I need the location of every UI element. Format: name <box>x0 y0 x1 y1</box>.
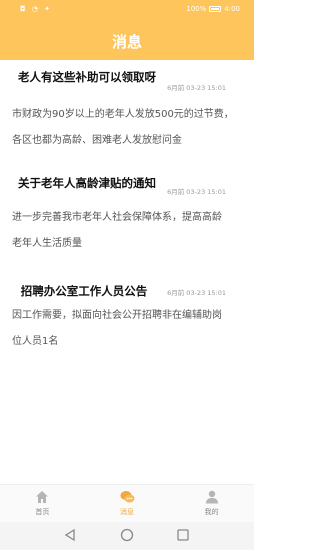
tab-profile[interactable]: 我的 <box>169 485 254 523</box>
status-bar: ◘ ◔ ✦ 100% 4:00 <box>0 0 254 18</box>
page-title: 消息 <box>111 33 142 51</box>
status-right: 100% 4:00 <box>186 5 240 13</box>
battery-icon <box>209 6 222 12</box>
message-title[interactable]: 关于老年人高龄津贴的通知 <box>12 176 162 191</box>
tab-label: 我的 <box>204 508 219 516</box>
home-nav-icon[interactable] <box>120 528 134 542</box>
chat-icon <box>120 491 134 503</box>
tab-label: 首页 <box>35 508 50 516</box>
system-nav-bar <box>0 522 254 550</box>
status-icons: ◘ ◔ ✦ <box>20 5 52 13</box>
tab-home[interactable]: 首页 <box>0 485 85 523</box>
battery-percent: 100% <box>186 5 207 13</box>
message-title[interactable]: 老人有这些补助可以领取呀 <box>12 70 162 85</box>
home-icon <box>36 491 49 503</box>
message-time: 6月前 03-23 15:01 <box>167 289 226 297</box>
message-time: 6月前 03-23 15:01 <box>167 188 226 196</box>
desc-line: 因工作需要，拟面向社会公开招聘非在编辅助岗 <box>12 310 222 321</box>
app-header: ◘ ◔ ✦ 100% 4:00 消息 <box>0 0 254 60</box>
tab-bar: 首页 消息 我的 <box>0 484 254 523</box>
user-icon <box>205 490 218 504</box>
desc-line: 老年人生活质量 <box>12 238 82 249</box>
recents-icon[interactable] <box>176 528 190 542</box>
desc-line: 位人员1名 <box>12 336 59 347</box>
message-time: 6月前 03-23 15:01 <box>167 84 226 92</box>
tab-messages[interactable]: 消息 <box>85 485 170 523</box>
message-desc: 因工作需要，拟面向社会公开招聘非在编辅助岗 位人员1名 <box>12 303 244 355</box>
status-time: 4:00 <box>224 5 240 13</box>
message-title[interactable]: 招聘办公室工作人员公告 <box>14 284 154 299</box>
desc-line: 各区也都为高龄、困难老人发放慰问金 <box>12 135 182 146</box>
desc-line: 进一步完善我市老年人社会保障体系，提高高龄 <box>12 212 222 223</box>
back-icon[interactable] <box>64 528 76 542</box>
tab-label: 消息 <box>120 508 134 516</box>
message-desc: 市财政为90岁以上的老年人发放500元的过节费， 各区也都为高龄、困难老人发放慰… <box>12 102 244 154</box>
desc-line: 市财政为90岁以上的老年人发放500元的过节费， <box>12 109 234 120</box>
message-desc: 进一步完善我市老年人社会保障体系，提高高龄 老年人生活质量 <box>12 205 244 257</box>
